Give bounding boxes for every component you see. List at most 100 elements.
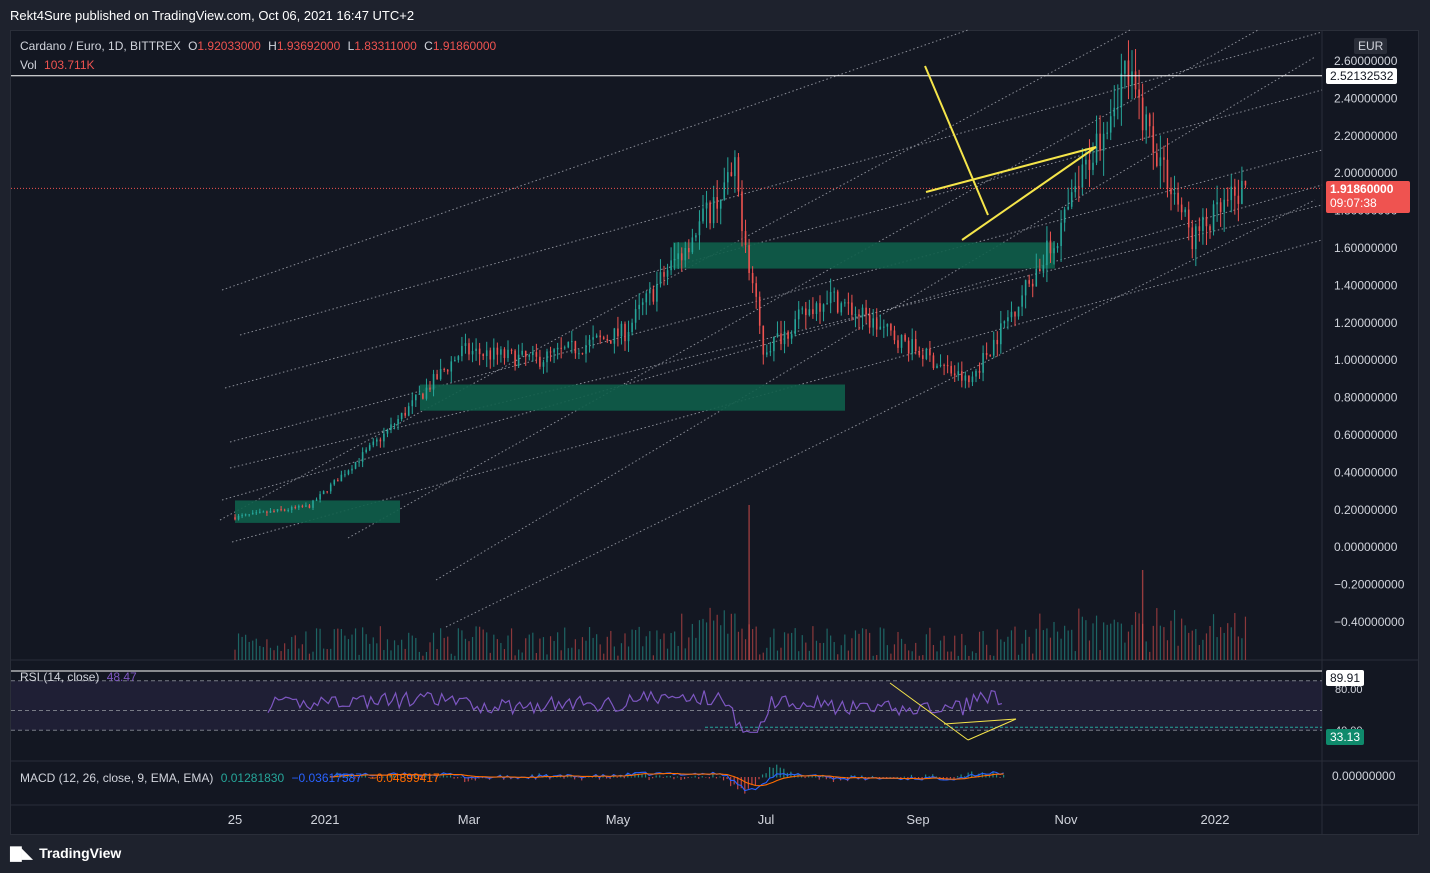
candle-body	[432, 374, 435, 390]
volume-bar	[1106, 624, 1108, 660]
macd-histogram-bar	[889, 776, 891, 778]
candle-body	[571, 341, 573, 343]
volume-bar	[1141, 570, 1144, 660]
macd-histogram-bar	[949, 777, 952, 779]
candle-body	[1028, 280, 1030, 284]
volume-bar	[1166, 640, 1169, 660]
volume-bar	[638, 626, 640, 660]
macd-histogram-bar	[687, 777, 689, 779]
candle-body	[1148, 114, 1151, 127]
volume-bar	[503, 649, 506, 660]
candle-body	[964, 375, 967, 381]
candle-body	[390, 424, 392, 430]
volume-bar	[1003, 641, 1005, 660]
candle-body	[1138, 89, 1140, 98]
macd-histogram-bar	[822, 776, 824, 778]
candle-body	[822, 304, 825, 312]
candle-body	[865, 307, 867, 315]
volume-bar	[780, 647, 782, 660]
volume-bar	[762, 652, 764, 660]
volume-bar	[379, 626, 381, 660]
volume-bar	[649, 631, 651, 660]
candle-body	[1088, 159, 1091, 170]
volume-bar	[1110, 623, 1112, 660]
volume-bar	[486, 632, 488, 660]
candle-body	[1134, 71, 1137, 90]
candle-body	[734, 157, 736, 177]
price-tick-label: 1.60000000	[1334, 241, 1398, 255]
volume-bar	[971, 651, 974, 660]
countdown-value: 09:07:38	[1330, 196, 1377, 210]
volume-bar	[1127, 631, 1130, 660]
candle-body	[248, 514, 250, 516]
candle-body	[677, 253, 679, 260]
volume-bar	[861, 628, 864, 660]
candle-body	[411, 400, 414, 407]
candle-body	[989, 355, 991, 357]
volume-bar	[674, 631, 676, 660]
support-zone	[420, 384, 845, 411]
candle-body	[337, 480, 339, 482]
candle-body	[524, 350, 527, 357]
chart-canvas[interactable]: 2.60000000 2.40000000 2.20000000 2.00000000…	[0, 0, 1430, 873]
candle-body	[1010, 311, 1013, 318]
volume-bar	[968, 655, 970, 660]
candle-body	[680, 253, 683, 261]
volume-bar	[932, 645, 935, 660]
macd-histogram-bar	[903, 776, 905, 778]
candle-body	[595, 335, 598, 338]
candle-body	[833, 291, 835, 293]
macd-legend[interactable]: MACD (12, 26, close, 9, EMA, EMA) 0.0128…	[20, 771, 444, 785]
macd-histogram-bar	[726, 777, 728, 780]
volume-bar	[1007, 636, 1009, 660]
tradingview-brand[interactable]: ▇◣ TradingView	[10, 844, 121, 862]
candle-body	[446, 369, 449, 372]
candle-body	[1085, 159, 1087, 165]
candle-body	[751, 272, 754, 284]
volume-bar	[1230, 627, 1232, 660]
candle-body	[985, 352, 988, 356]
price-tick-label: 2.20000000	[1334, 129, 1398, 143]
candle-body	[308, 505, 311, 508]
volume-bar	[993, 655, 995, 660]
candle-body	[560, 347, 562, 349]
candle-body	[393, 424, 396, 426]
volume-legend[interactable]: Vol 103.711K	[20, 58, 99, 72]
candle-body	[237, 515, 240, 520]
currency-badge[interactable]: EUR	[1354, 38, 1388, 54]
symbol-legend[interactable]: Cardano / Euro, 1D, BITTREX O1.92033000 …	[20, 39, 500, 53]
volume-bar	[631, 629, 633, 660]
volume-bar	[351, 634, 353, 660]
macd-histogram-bar	[719, 776, 721, 778]
candle-body	[429, 387, 431, 390]
volume-bar	[1145, 641, 1147, 660]
candle-body	[1017, 306, 1020, 317]
volume-bar	[801, 635, 803, 660]
volume-bar	[241, 636, 243, 660]
candle-body	[858, 314, 860, 317]
volume-bar	[259, 645, 261, 660]
macd-histogram-bar	[769, 767, 771, 778]
candle-body	[815, 303, 818, 315]
macd-histogram-bar	[623, 777, 625, 779]
volume-bar	[521, 652, 523, 660]
candle-body	[1074, 186, 1077, 193]
candle-body	[312, 500, 314, 508]
candle-body	[925, 348, 928, 359]
candle-body	[975, 370, 977, 377]
volume-bar	[886, 645, 888, 660]
rsi-legend[interactable]: RSI (14, close) 48.47	[20, 670, 141, 684]
candle-body	[1141, 97, 1144, 131]
candle-body	[478, 348, 481, 355]
candle-body	[244, 514, 247, 516]
candle-body	[978, 370, 981, 373]
candle-body	[698, 221, 701, 236]
candle-body	[709, 202, 711, 224]
volume-bar	[493, 634, 495, 660]
candle-body	[535, 352, 538, 357]
candle-body	[1124, 60, 1126, 74]
volume-bar	[851, 638, 853, 660]
volume-bar	[893, 644, 896, 660]
candle-body	[794, 319, 796, 335]
volume-bar	[744, 639, 747, 660]
